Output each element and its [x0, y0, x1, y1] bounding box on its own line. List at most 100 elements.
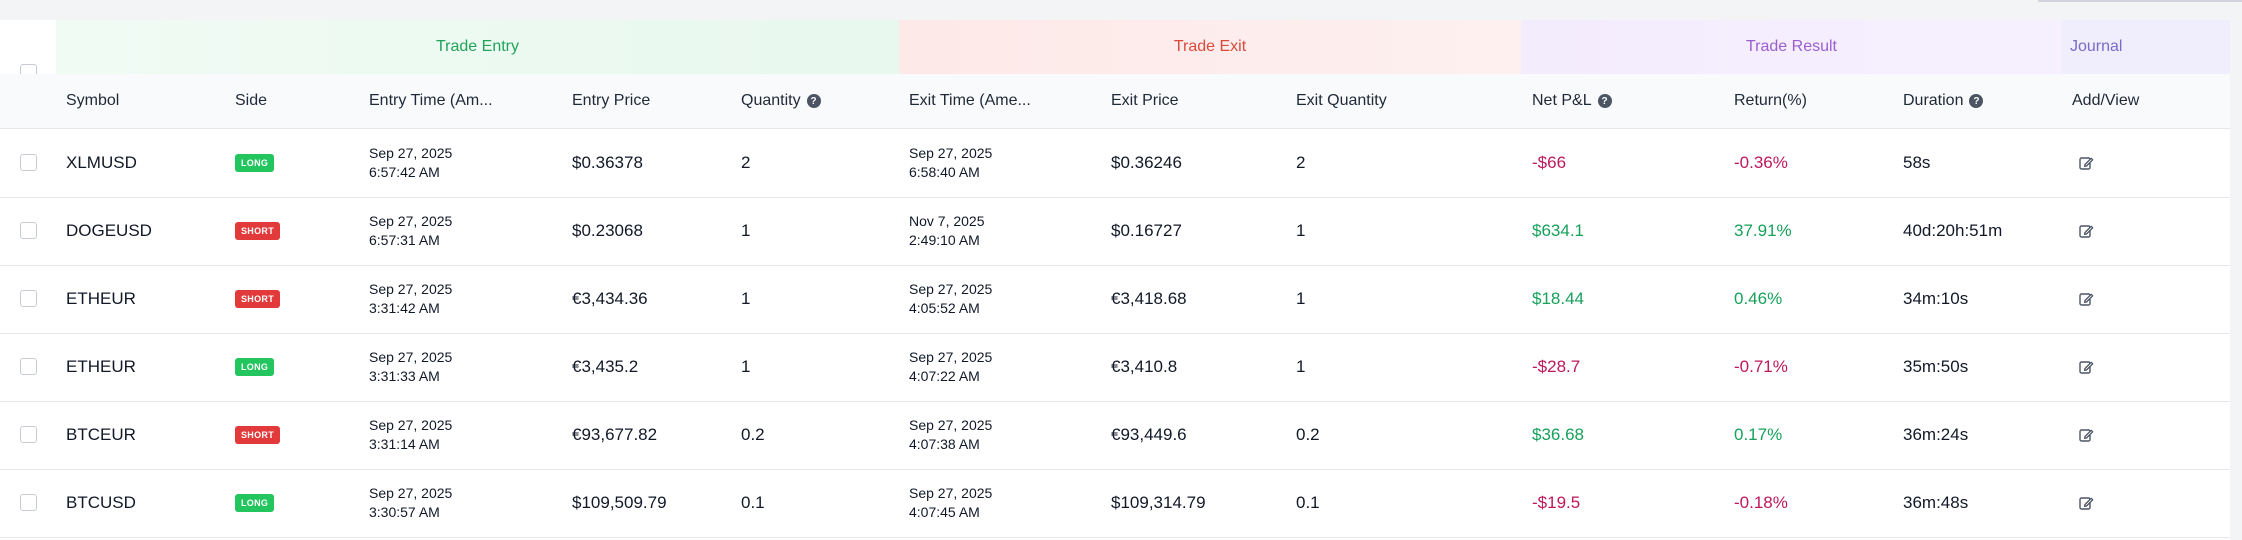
- help-circle-icon[interactable]: ?: [806, 94, 821, 108]
- exit-clock: 6:58:40 AM: [909, 164, 980, 180]
- exit-quantity-cell: 1: [1296, 289, 1306, 308]
- symbol-cell: ETHEUR: [66, 357, 136, 376]
- exit-quantity-cell: 0.2: [1296, 425, 1320, 444]
- net-pnl-cell: $18.44: [1532, 289, 1584, 308]
- entry-time-cell: Sep 27, 2025 6:57:31 AM: [369, 197, 452, 265]
- row-checkbox[interactable]: [20, 222, 37, 239]
- top-right-tab: [2038, 0, 2242, 2]
- table-row[interactable]: DOGEUSD SHORT Sep 27, 2025 6:57:31 AM $0.230…: [0, 197, 2230, 266]
- group-trade-exit: Trade Exit: [899, 20, 1521, 74]
- edit-icon[interactable]: [2078, 359, 2094, 375]
- exit-date: Sep 27, 2025: [909, 349, 993, 365]
- help-circle-icon[interactable]: ?: [1969, 94, 1984, 108]
- table-row[interactable]: ETHEUR LONG Sep 27, 2025 3:31:33 AM €3,435.2…: [0, 333, 2230, 402]
- add-view-cell: [2078, 469, 2094, 537]
- entry-time-cell: Sep 27, 2025 3:30:57 AM: [369, 469, 452, 537]
- exit-time-cell: Sep 27, 2025 4:07:45 AM: [909, 469, 992, 537]
- duration-cell: 36m:24s: [1903, 425, 1969, 444]
- exit-price-cell: $0.36246: [1111, 153, 1182, 172]
- symbol-cell: BTCUSD: [66, 493, 136, 512]
- exit-clock: 2:49:10 AM: [909, 232, 980, 248]
- duration-cell: 58s: [1903, 153, 1931, 172]
- net-pnl-cell: $634.1: [1532, 221, 1584, 240]
- edit-icon[interactable]: [2078, 427, 2094, 443]
- exit-price-cell: €3,410.8: [1111, 357, 1178, 376]
- add-view-cell: [2078, 129, 2094, 197]
- entry-date: Sep 27, 2025: [369, 145, 453, 161]
- edit-icon[interactable]: [2078, 155, 2094, 171]
- table-row[interactable]: BTCUSD LONG Sep 27, 2025 3:30:57 AM $109,509…: [0, 469, 2230, 538]
- net-pnl-cell: $36.68: [1532, 425, 1584, 444]
- col-exit-time[interactable]: Exit Time (Ame...: [909, 74, 1031, 128]
- col-entry-time[interactable]: Entry Time (Am...: [369, 74, 493, 128]
- edit-icon[interactable]: [2078, 223, 2094, 239]
- col-side[interactable]: Side: [235, 74, 267, 128]
- entry-price-cell: $0.36378: [572, 153, 643, 172]
- row-checkbox[interactable]: [20, 154, 37, 171]
- exit-date: Nov 7, 2025: [909, 213, 985, 229]
- exit-quantity-cell: 0.1: [1296, 493, 1320, 512]
- exit-date: Sep 27, 2025: [909, 145, 993, 161]
- side-badge: LONG: [235, 154, 275, 172]
- col-quantity[interactable]: Quantity ?: [741, 74, 821, 128]
- row-checkbox[interactable]: [20, 494, 37, 511]
- return-cell: -0.71%: [1734, 357, 1788, 376]
- side-badge: SHORT: [235, 426, 280, 444]
- add-view-cell: [2078, 333, 2094, 401]
- entry-date: Sep 27, 2025: [369, 349, 453, 365]
- entry-time-cell: Sep 27, 2025 3:31:42 AM: [369, 265, 452, 333]
- table-row[interactable]: XLMUSD LONG Sep 27, 2025 6:57:42 AM $0.36378…: [0, 129, 2230, 198]
- duration-cell: 36m:48s: [1903, 493, 1969, 512]
- col-entry-price[interactable]: Entry Price: [572, 74, 650, 128]
- exit-time-cell: Nov 7, 2025 2:49:10 AM: [909, 197, 985, 265]
- help-circle-icon[interactable]: ?: [1597, 94, 1612, 108]
- entry-price-cell: $109,509.79: [572, 493, 667, 512]
- net-pnl-cell: -$19.5: [1532, 493, 1581, 512]
- quantity-cell: 1: [741, 289, 751, 308]
- exit-price-cell: €3,418.68: [1111, 289, 1187, 308]
- entry-date: Sep 27, 2025: [369, 485, 453, 501]
- column-group-row: Trade Entry Trade Exit Trade Result Jour…: [0, 20, 2230, 74]
- row-checkbox[interactable]: [20, 358, 37, 375]
- row-checkbox[interactable]: [20, 426, 37, 443]
- exit-price-cell: €93,449.6: [1111, 425, 1187, 444]
- quantity-cell: 2: [741, 153, 751, 172]
- symbol-cell: DOGEUSD: [66, 221, 152, 240]
- col-symbol[interactable]: Symbol: [66, 74, 119, 128]
- side-cell: SHORT: [235, 197, 280, 265]
- exit-quantity-cell: 2: [1296, 153, 1306, 172]
- table-row[interactable]: ETHEUR SHORT Sep 27, 2025 3:31:42 AM €3,434.…: [0, 265, 2230, 334]
- add-view-cell: [2078, 265, 2094, 333]
- exit-clock: 4:05:52 AM: [909, 300, 980, 316]
- edit-icon[interactable]: [2078, 495, 2094, 511]
- duration-cell: 34m:10s: [1903, 289, 1969, 308]
- group-trade-result: Trade Result: [1521, 20, 2062, 74]
- return-cell: -0.36%: [1734, 153, 1788, 172]
- exit-price-cell: $109,314.79: [1111, 493, 1206, 512]
- side-badge: LONG: [235, 494, 275, 512]
- quantity-cell: 0.1: [741, 493, 765, 512]
- col-net-pnl[interactable]: Net P&L ?: [1532, 74, 1612, 128]
- side-cell: SHORT: [235, 265, 280, 333]
- side-cell: LONG: [235, 469, 275, 537]
- col-exit-quantity[interactable]: Exit Quantity: [1296, 74, 1387, 128]
- duration-cell: 40d:20h:51m: [1903, 221, 2003, 240]
- edit-icon[interactable]: [2078, 291, 2094, 307]
- exit-clock: 4:07:38 AM: [909, 436, 980, 452]
- quantity-cell: 1: [741, 357, 751, 376]
- table-row[interactable]: BTCEUR SHORT Sep 27, 2025 3:31:14 AM €93,677…: [0, 401, 2230, 470]
- side-badge: SHORT: [235, 222, 280, 240]
- col-return[interactable]: Return(%): [1734, 74, 1807, 128]
- exit-time-cell: Sep 27, 2025 4:07:22 AM: [909, 333, 992, 401]
- side-badge: LONG: [235, 358, 275, 376]
- exit-clock: 4:07:45 AM: [909, 504, 980, 520]
- group-trade-entry: Trade Entry: [56, 20, 899, 74]
- symbol-cell: ETHEUR: [66, 289, 136, 308]
- entry-price-cell: $0.23068: [572, 221, 643, 240]
- entry-time-cell: Sep 27, 2025 3:31:33 AM: [369, 333, 452, 401]
- quantity-cell: 1: [741, 221, 751, 240]
- col-duration[interactable]: Duration ?: [1903, 74, 1984, 128]
- row-checkbox[interactable]: [20, 290, 37, 307]
- entry-date: Sep 27, 2025: [369, 281, 453, 297]
- col-exit-price[interactable]: Exit Price: [1111, 74, 1179, 128]
